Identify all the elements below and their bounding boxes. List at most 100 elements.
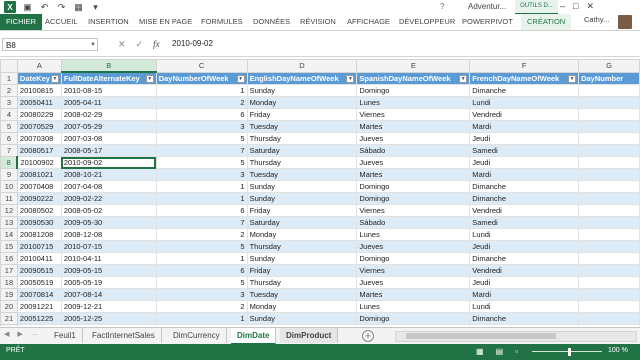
user-name[interactable]: Cathy... xyxy=(584,15,609,24)
table-cell[interactable]: Tuesday xyxy=(246,120,358,133)
table-cell[interactable]: 20070529 xyxy=(16,120,62,133)
table-cell[interactable] xyxy=(578,264,640,277)
table-cell[interactable]: Jueves xyxy=(356,240,471,253)
table-cell[interactable]: Viernes xyxy=(356,108,471,121)
table-cell[interactable]: 2007-04-08 xyxy=(60,180,157,193)
row-header[interactable]: 15 xyxy=(0,240,18,253)
normal-view-icon[interactable]: ▦ xyxy=(476,347,484,356)
table-cell[interactable]: Mardi xyxy=(469,120,580,133)
table-cell[interactable]: 1 xyxy=(155,180,248,193)
table-cell[interactable]: 2007-03-08 xyxy=(60,132,157,145)
table-cell[interactable]: 20050411 xyxy=(16,96,62,109)
table-cell[interactable]: 2005-01-02 xyxy=(60,324,157,326)
worksheet-grid[interactable]: A B C D E F G 1 DateKey ▼ FullDateAlterna… xyxy=(0,59,640,326)
table-cell[interactable] xyxy=(578,120,640,133)
table-cell[interactable]: 20100902 xyxy=(16,156,62,169)
table-cell[interactable]: 20070814 xyxy=(16,288,62,301)
close-button[interactable]: ✕ xyxy=(586,1,594,12)
table-cell[interactable]: Samedi xyxy=(469,216,580,229)
select-all-corner[interactable] xyxy=(0,59,18,73)
tab-mise-en-page[interactable]: MISE EN PAGE xyxy=(139,14,192,30)
table-header-cell[interactable]: EnglishDayNameOfWeek ▼ xyxy=(246,71,358,85)
row-header[interactable]: 1 xyxy=(0,71,18,85)
table-cell[interactable]: 2008-05-02 xyxy=(60,204,157,217)
table-cell[interactable]: 20100715 xyxy=(16,240,62,253)
table-cell[interactable] xyxy=(578,108,640,121)
previous-sheet-icon[interactable]: ◀ xyxy=(4,330,9,338)
table-cell[interactable] xyxy=(578,228,640,241)
table-cell[interactable]: Jueves xyxy=(356,132,471,145)
table-cell[interactable]: 5 xyxy=(155,132,248,145)
scrollbar-thumb[interactable] xyxy=(406,333,556,339)
column-header-a[interactable]: A xyxy=(16,59,62,73)
table-cell[interactable]: Jeudi xyxy=(469,240,580,253)
row-header[interactable]: 17 xyxy=(0,264,18,277)
more-sheets-icon[interactable]: … xyxy=(31,330,38,338)
insert-function-icon[interactable]: fx xyxy=(153,39,160,50)
column-header-f[interactable]: F xyxy=(469,59,580,73)
table-cell[interactable]: Viernes xyxy=(356,264,471,277)
table-cell[interactable] xyxy=(578,96,640,109)
table-cell[interactable]: Sunday xyxy=(246,312,358,325)
table-cell[interactable]: 1 xyxy=(155,324,248,326)
sheet-tab-feuil1[interactable]: Feuil1 xyxy=(48,328,83,343)
maximize-button[interactable]: □ xyxy=(573,1,578,12)
table-cell[interactable]: Vendredi xyxy=(469,264,580,277)
table-header-cell[interactable]: FrenchDayNameOfWeek ▼ xyxy=(469,71,580,85)
tab-formules[interactable]: FORMULES xyxy=(201,14,243,30)
worksheet-table[interactable]: A B C D E F G 1 DateKey ▼ FullDateAlterna… xyxy=(0,59,640,326)
table-cell[interactable] xyxy=(578,168,640,181)
name-box[interactable]: B8 xyxy=(2,38,98,51)
table-cell[interactable]: 1 xyxy=(155,312,248,325)
table-cell[interactable]: Dimanche xyxy=(469,180,580,193)
row-header[interactable]: 12 xyxy=(0,204,18,217)
table-cell[interactable]: 2 xyxy=(155,228,248,241)
table-cell[interactable]: 20050102 xyxy=(16,324,62,326)
row-header[interactable]: 19 xyxy=(0,288,18,301)
table-cell[interactable]: 6 xyxy=(155,264,248,277)
table-cell[interactable]: 20080502 xyxy=(16,204,62,217)
table-cell[interactable]: Saturday xyxy=(246,216,358,229)
table-cell[interactable]: Thursday xyxy=(246,132,358,145)
table-cell[interactable]: Dimanche xyxy=(469,324,580,326)
table-cell[interactable]: 5 xyxy=(155,156,248,169)
sheet-tab-dimcurrency[interactable]: DimCurrency xyxy=(167,328,227,343)
table-header-cell[interactable]: DayNumber xyxy=(578,71,640,85)
table-cell[interactable]: 2 xyxy=(155,96,248,109)
row-header[interactable]: 13 xyxy=(0,216,18,229)
save-icon[interactable]: ▣ xyxy=(22,2,33,13)
row-header[interactable]: 18 xyxy=(0,276,18,289)
add-sheet-icon[interactable]: + xyxy=(362,330,374,342)
table-cell[interactable] xyxy=(578,324,640,326)
table-cell[interactable]: Domingo xyxy=(356,312,471,325)
column-header-b[interactable]: B xyxy=(60,59,157,73)
table-cell[interactable]: Tuesday xyxy=(246,168,358,181)
table-cell[interactable]: Jueves xyxy=(356,276,471,289)
table-cell[interactable]: 2005-12-25 xyxy=(60,312,157,325)
zoom-slider-thumb[interactable] xyxy=(568,348,571,356)
table-cell[interactable]: 20051225 xyxy=(16,312,62,325)
table-cell[interactable]: 2009-05-30 xyxy=(60,216,157,229)
redo-icon[interactable]: ↷ xyxy=(56,2,67,13)
table-cell[interactable]: 2005-04-11 xyxy=(60,96,157,109)
table-cell[interactable]: 20091221 xyxy=(16,300,62,313)
table-cell[interactable]: Monday xyxy=(246,300,358,313)
table-cell[interactable] xyxy=(578,252,640,265)
table-cell[interactable]: 5 xyxy=(155,240,248,253)
row-header[interactable]: 20 xyxy=(0,300,18,313)
table-cell[interactable]: Mardi xyxy=(469,168,580,181)
help-button[interactable]: ? xyxy=(440,2,444,11)
table-cell[interactable]: Domingo xyxy=(356,192,471,205)
table-header-cell[interactable]: FullDateAlternateKey ▼ xyxy=(60,71,157,85)
table-cell[interactable]: 2010-09-02 xyxy=(60,156,157,169)
column-header-d[interactable]: D xyxy=(246,59,358,73)
table-cell[interactable]: 20100815 xyxy=(16,84,62,97)
column-header-e[interactable]: E xyxy=(356,59,471,73)
table-cell[interactable]: Dimanche xyxy=(469,312,580,325)
table-cell[interactable]: 20050519 xyxy=(16,276,62,289)
sheet-tab-dimdate[interactable]: DimDate xyxy=(231,328,277,345)
table-cell[interactable]: Martes xyxy=(356,288,471,301)
table-cell[interactable]: Jueves xyxy=(356,156,471,169)
table-cell[interactable]: 20081021 xyxy=(16,168,62,181)
table-header-cell[interactable]: DayNumberOfWeek ▼ xyxy=(155,71,248,85)
